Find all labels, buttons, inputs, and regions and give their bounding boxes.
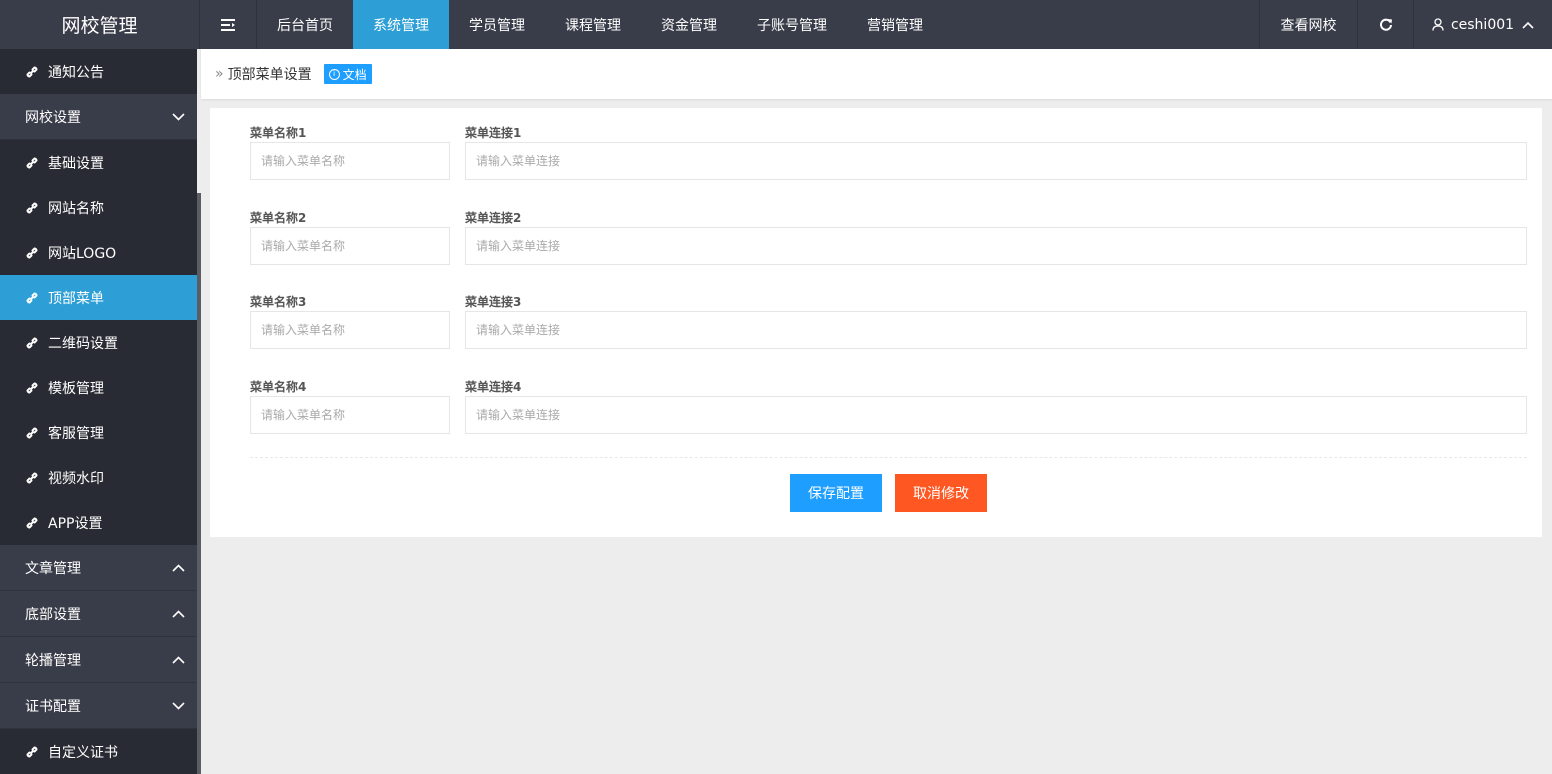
- sidebar-item-label: 二维码设置: [48, 335, 118, 352]
- menu-name-input[interactable]: [250, 396, 450, 434]
- sidebar-group-label: 网校设置: [25, 109, 81, 126]
- sidebar-group-carousel[interactable]: 轮播管理: [0, 637, 197, 683]
- menu-toggle-icon[interactable]: [200, 0, 257, 49]
- breadcrumb: » 顶部菜单设置 i 文档: [201, 49, 1552, 99]
- sidebar-item-label: 模板管理: [48, 380, 104, 397]
- sidebar-item-service[interactable]: 客服管理: [0, 410, 197, 455]
- top-navbar: 网校管理 后台首页 系统管理 学员管理 课程管理 资金管理 子账号管理 营销管理…: [0, 0, 1552, 49]
- brand-title: 网校管理: [0, 0, 200, 49]
- sidebar-group-label: 文章管理: [25, 560, 81, 577]
- link-icon: [24, 380, 40, 396]
- link-icon: [24, 64, 40, 80]
- sidebar-group-cert[interactable]: 证书配置: [0, 683, 197, 729]
- menu-link-input[interactable]: [465, 396, 1527, 434]
- nav-right: 查看网校 ceshi001: [1259, 0, 1552, 49]
- link-icon: [24, 290, 40, 306]
- sidebar-item-label: 自定义证书: [48, 744, 118, 761]
- menu-name-input[interactable]: [250, 311, 450, 349]
- refresh-icon[interactable]: [1357, 0, 1413, 49]
- sidebar-item-label: 基础设置: [48, 155, 104, 172]
- link-icon: [24, 245, 40, 261]
- nav-students[interactable]: 学员管理: [449, 0, 545, 49]
- menu-link-input[interactable]: [465, 227, 1527, 265]
- sidebar-item-notice[interactable]: 通知公告: [0, 49, 197, 94]
- cancel-button[interactable]: 取消修改: [895, 474, 987, 512]
- sidebar-item-label: 网站名称: [48, 200, 104, 217]
- chevron-down-icon: [172, 112, 185, 121]
- chevron-down-icon: [172, 701, 185, 710]
- username: ceshi001: [1450, 16, 1515, 33]
- sidebar-item-custom-cert[interactable]: 自定义证书: [0, 729, 197, 774]
- link-icon: [24, 155, 40, 171]
- sidebar: 通知公告 网校设置 基础设置 网站名称 网站LOGO 顶部菜单 二维码设置 模板…: [0, 49, 197, 774]
- nav-marketing[interactable]: 营销管理: [847, 0, 943, 49]
- nav-courses[interactable]: 课程管理: [545, 0, 641, 49]
- link-icon: [24, 335, 40, 351]
- sidebar-item-label: 视频水印: [48, 470, 104, 487]
- chevron-up-icon: [172, 655, 185, 664]
- nav-funds[interactable]: 资金管理: [641, 0, 737, 49]
- sidebar-item-watermark[interactable]: 视频水印: [0, 455, 197, 500]
- link-icon: [24, 515, 40, 531]
- menu-link-label: 菜单连接4: [465, 380, 522, 394]
- info-icon: i: [328, 68, 340, 80]
- menu-link-label: 菜单连接1: [465, 126, 522, 140]
- nav-subaccounts[interactable]: 子账号管理: [737, 0, 847, 49]
- save-button[interactable]: 保存配置: [790, 474, 882, 512]
- chevron-up-icon: [172, 563, 185, 572]
- menu-form-card: 菜单名称1 菜单连接1 菜单名称2 菜单连接2 菜单名称3 菜单连接3 菜单名称…: [210, 108, 1542, 537]
- sidebar-group-site[interactable]: 网校设置: [0, 94, 197, 140]
- sidebar-item-app[interactable]: APP设置: [0, 500, 197, 545]
- sidebar-item-logo[interactable]: 网站LOGO: [0, 230, 197, 275]
- sidebar-item-top-menu[interactable]: 顶部菜单: [0, 275, 197, 320]
- view-school-link[interactable]: 查看网校: [1259, 0, 1357, 49]
- user-icon: [1432, 18, 1444, 31]
- link-icon: [24, 744, 40, 760]
- menu-name-input[interactable]: [250, 227, 450, 265]
- menu-link-label: 菜单连接3: [465, 295, 522, 309]
- sidebar-group-article[interactable]: 文章管理: [0, 545, 197, 591]
- menu-name-label: 菜单名称1: [250, 126, 307, 140]
- sidebar-group-label: 证书配置: [25, 698, 81, 715]
- double-chevron-right-icon: »: [215, 66, 224, 82]
- sidebar-item-template[interactable]: 模板管理: [0, 365, 197, 410]
- link-icon: [24, 200, 40, 216]
- doc-label: 文档: [342, 67, 367, 82]
- chevron-up-icon: [1522, 21, 1534, 29]
- chevron-up-icon: [172, 609, 185, 618]
- nav-system[interactable]: 系统管理: [353, 0, 449, 49]
- sidebar-item-label: 通知公告: [48, 64, 104, 81]
- menu-link-label: 菜单连接2: [465, 211, 522, 225]
- sidebar-item-qrcode[interactable]: 二维码设置: [0, 320, 197, 365]
- sidebar-group-label: 轮播管理: [25, 652, 81, 669]
- sidebar-item-label: APP设置: [48, 515, 103, 532]
- sidebar-item-site-name[interactable]: 网站名称: [0, 185, 197, 230]
- sidebar-item-label: 客服管理: [48, 425, 104, 442]
- user-menu[interactable]: ceshi001: [1413, 0, 1552, 49]
- sidebar-item-basic[interactable]: 基础设置: [0, 140, 197, 185]
- menu-name-label: 菜单名称3: [250, 295, 307, 309]
- sidebar-group-label: 底部设置: [25, 606, 81, 623]
- nav-home[interactable]: 后台首页: [257, 0, 353, 49]
- main-content: » 顶部菜单设置 i 文档 菜单名称1 菜单连接1 菜单名称2 菜单连接2 菜单…: [201, 49, 1552, 774]
- link-icon: [24, 470, 40, 486]
- main-nav: 后台首页 系统管理 学员管理 课程管理 资金管理 子账号管理 营销管理: [200, 0, 943, 49]
- sidebar-item-label: 顶部菜单: [48, 290, 104, 307]
- sidebar-group-footer[interactable]: 底部设置: [0, 591, 197, 637]
- doc-button[interactable]: i 文档: [323, 64, 372, 84]
- menu-name-label: 菜单名称2: [250, 211, 307, 225]
- menu-link-input[interactable]: [465, 142, 1527, 180]
- menu-name-input[interactable]: [250, 142, 450, 180]
- menu-link-input[interactable]: [465, 311, 1527, 349]
- page-title: 顶部菜单设置: [227, 67, 312, 83]
- link-icon: [24, 425, 40, 441]
- menu-name-label: 菜单名称4: [250, 380, 307, 394]
- form-divider: [250, 457, 1527, 458]
- sidebar-item-label: 网站LOGO: [48, 245, 117, 262]
